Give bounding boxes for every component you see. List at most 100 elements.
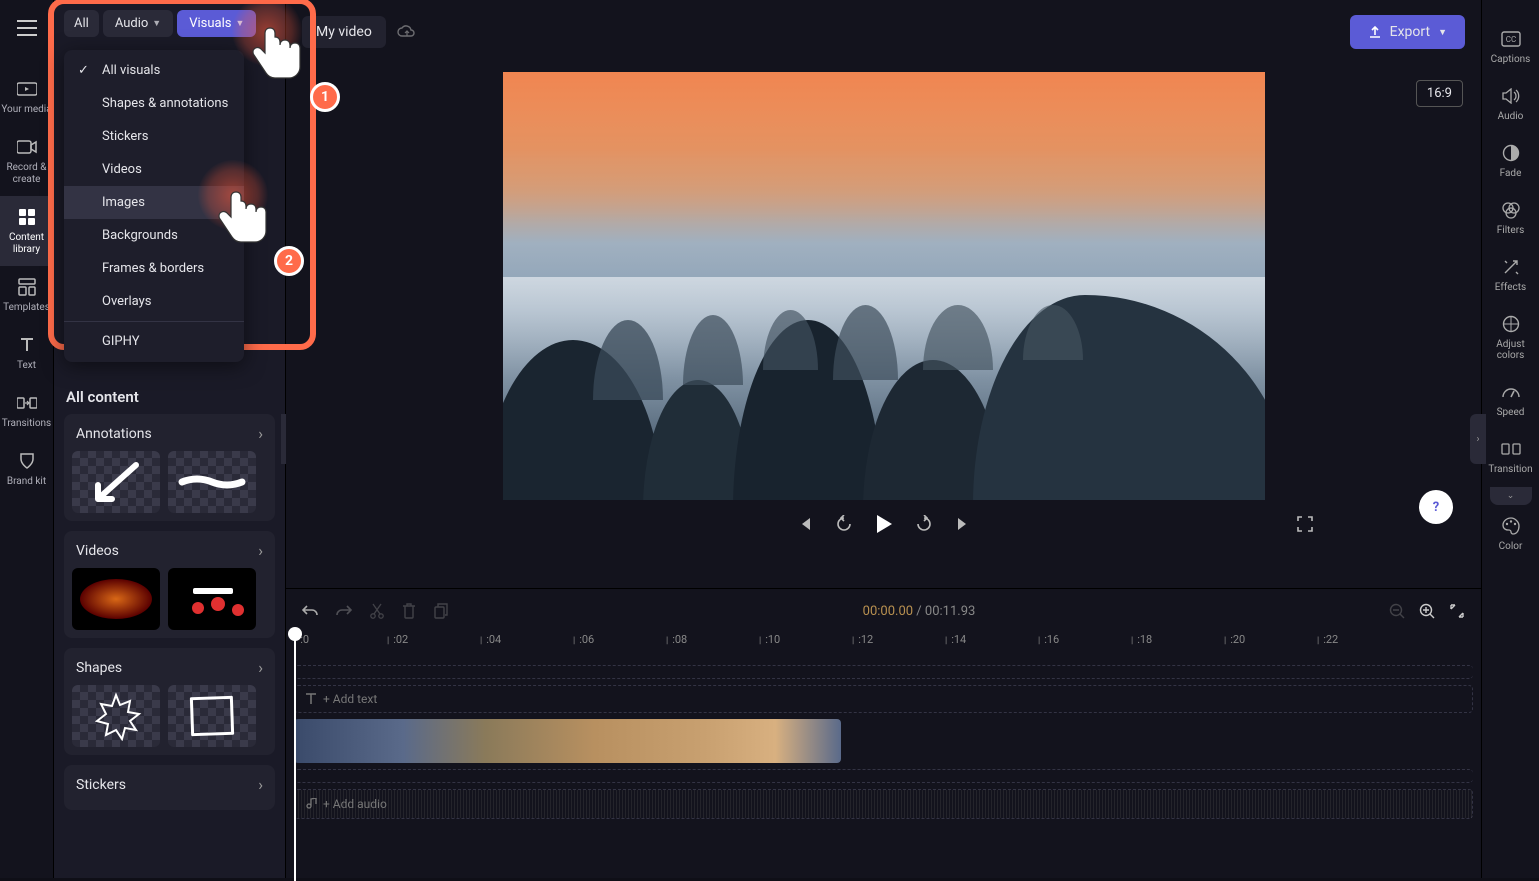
tab-visuals[interactable]: Visuals ▼ — [177, 10, 256, 37]
section-header-stickers[interactable]: Stickers › — [72, 773, 267, 802]
project-name-text: My video — [316, 24, 372, 40]
dropdown-overlays[interactable]: Overlays — [64, 285, 244, 318]
audio-track[interactable]: + Add audio — [294, 789, 1473, 819]
hamburger-menu[interactable] — [7, 8, 47, 48]
aspect-ratio-badge[interactable]: 16:9 — [1416, 80, 1463, 107]
split-button[interactable] — [370, 603, 384, 619]
video-thumb-1[interactable] — [72, 568, 160, 630]
dropdown-all-visuals[interactable]: All visuals — [64, 54, 244, 87]
music-icon — [305, 798, 317, 810]
content-scroll[interactable]: All content Annotations › Videos — [54, 370, 285, 878]
chevron-right-icon: › — [258, 775, 263, 794]
tick: :14 — [945, 633, 1038, 661]
rr-speed[interactable]: Speed — [1482, 371, 1539, 428]
text-icon — [305, 693, 317, 705]
section-title: Videos — [76, 543, 119, 559]
rail-label: Templates — [3, 302, 50, 314]
shape-thumb-frame[interactable] — [168, 685, 256, 747]
audio-track-label: + Add audio — [295, 797, 387, 811]
redo-button[interactable] — [336, 604, 352, 618]
fullscreen-button[interactable] — [1297, 516, 1313, 532]
tab-audio[interactable]: Audio ▼ — [103, 10, 173, 37]
forward-button[interactable] — [915, 515, 933, 533]
rr-effects[interactable]: Effects — [1482, 246, 1539, 303]
player-controls — [286, 500, 1481, 544]
camera-icon — [16, 136, 38, 158]
shape-thumb-burst[interactable] — [72, 685, 160, 747]
preview-area: 16:9 ? — [286, 64, 1481, 588]
topbar: My video Export ▼ — [286, 0, 1481, 64]
rr-adjust-colors[interactable]: Adjust colors — [1482, 303, 1539, 371]
rr-audio[interactable]: Audio — [1482, 75, 1539, 132]
rr-label: Speed — [1497, 407, 1525, 418]
dropdown-backgrounds[interactable]: Backgrounds — [64, 219, 244, 252]
rr-fade[interactable]: Fade — [1482, 132, 1539, 189]
skip-start-button[interactable] — [797, 516, 813, 532]
total-time: 00:11.93 — [925, 604, 975, 619]
rr-color[interactable]: Color — [1482, 505, 1539, 562]
rail-brand-kit[interactable]: Brand kit — [0, 440, 54, 498]
rewind-button[interactable] — [835, 515, 853, 533]
rr-filters[interactable]: Filters — [1482, 189, 1539, 246]
right-panel-collapse[interactable]: › — [1470, 414, 1486, 464]
rr-captions[interactable]: CCCaptions — [1482, 18, 1539, 75]
rail-text[interactable]: Text — [0, 324, 54, 382]
dropdown-shapes-annotations[interactable]: Shapes & annotations — [64, 87, 244, 120]
rr-label: Audio — [1498, 111, 1524, 122]
zoom-out-button[interactable] — [1389, 603, 1405, 619]
section-annotations: Annotations › — [64, 414, 275, 521]
rail-content-library[interactable]: Content library — [0, 196, 54, 266]
track-spacer[interactable] — [294, 769, 1473, 783]
delete-button[interactable] — [402, 603, 416, 619]
undo-button[interactable] — [302, 604, 318, 618]
track-spacer[interactable] — [294, 665, 1473, 679]
section-header-videos[interactable]: Videos › — [72, 539, 267, 568]
current-time: 00:00.00 — [863, 604, 913, 619]
dropdown-images[interactable]: Images — [64, 186, 244, 219]
video-preview[interactable] — [503, 72, 1265, 500]
dropdown-frames-borders[interactable]: Frames & borders — [64, 252, 244, 285]
rail-transitions[interactable]: Transitions — [0, 382, 54, 440]
video-clip[interactable] — [294, 719, 841, 763]
timeline-tracks: + Add text + Add audio — [286, 661, 1481, 878]
duplicate-button[interactable] — [434, 603, 449, 619]
dropdown-videos[interactable]: Videos — [64, 153, 244, 186]
rail-your-media[interactable]: Your media — [0, 68, 54, 126]
waveform — [295, 790, 1472, 818]
rr-transition[interactable]: Transition — [1482, 428, 1539, 485]
timeline-ruler[interactable]: :0 :02 :04 :06 :08 :10 :12 :14 :16 :18 :… — [286, 633, 1481, 661]
text-track[interactable]: + Add text — [294, 685, 1473, 713]
zoom-fit-button[interactable] — [1449, 603, 1465, 619]
dropdown-giphy[interactable]: GIPHY — [64, 325, 244, 358]
visuals-dropdown: All visuals Shapes & annotations Sticker… — [64, 50, 244, 362]
project-name-field[interactable]: My video — [302, 16, 386, 48]
dropdown-stickers[interactable]: Stickers — [64, 120, 244, 153]
annotation-thumb-brush[interactable] — [168, 451, 256, 513]
section-stickers: Stickers › — [64, 765, 275, 810]
library-icon — [16, 206, 38, 228]
video-thumb-2[interactable] — [168, 568, 256, 630]
playhead[interactable] — [294, 631, 296, 881]
skip-end-button[interactable] — [955, 516, 971, 532]
tick: :18 — [1131, 633, 1224, 661]
annotation-thumb-arrow[interactable] — [72, 451, 160, 513]
rr-expand[interactable]: ⌄ — [1490, 487, 1532, 505]
zoom-in-button[interactable] — [1419, 603, 1435, 619]
section-header-annotations[interactable]: Annotations › — [72, 422, 267, 451]
export-button[interactable]: Export ▼ — [1350, 15, 1465, 49]
rr-label: Filters — [1497, 225, 1525, 236]
rr-label: Transition — [1488, 464, 1532, 475]
rail-label: Content library — [0, 232, 54, 256]
tick: :06 — [573, 633, 666, 661]
cloud-sync-icon[interactable] — [396, 24, 416, 40]
speed-icon — [1500, 381, 1522, 403]
tick: :22 — [1317, 633, 1410, 661]
section-header-shapes[interactable]: Shapes › — [72, 656, 267, 685]
chevron-down-icon: ▼ — [1438, 27, 1447, 38]
rail-templates[interactable]: Templates — [0, 266, 54, 324]
video-track[interactable] — [294, 719, 1473, 763]
rail-record-create[interactable]: Record & create — [0, 126, 54, 196]
tab-all[interactable]: All — [64, 10, 99, 37]
play-button[interactable] — [875, 514, 893, 534]
text-icon — [16, 334, 38, 356]
